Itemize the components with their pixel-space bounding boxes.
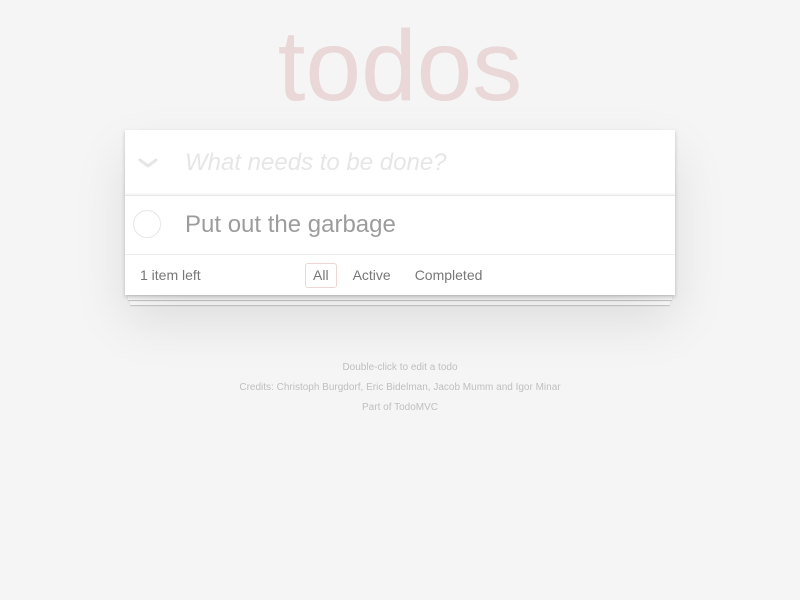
todo-footer: 1 item left All Active Completed [125, 255, 675, 295]
filter-completed[interactable]: Completed [407, 263, 491, 288]
todo-complete-checkbox[interactable] [133, 210, 161, 238]
filter-active[interactable]: Active [345, 263, 399, 288]
edit-hint: Double-click to edit a todo [342, 362, 458, 373]
todomvc-link[interactable]: Part of TodoMVC [0, 398, 800, 418]
app-title: todos [277, 10, 523, 122]
items-left-count: 1 item left [140, 267, 201, 283]
todo-list: Put out the garbage [125, 196, 675, 255]
todo-label[interactable]: Put out the garbage [185, 196, 396, 254]
toggle-all-button[interactable] [125, 130, 170, 195]
new-todo-row [125, 130, 675, 196]
todo-app-panel: Put out the garbage 1 item left All Acti… [125, 130, 675, 295]
stack-shadow-upper [128, 296, 672, 300]
filter-group: All Active Completed [305, 263, 490, 288]
info-footer: Double-click to edit a todo Credits: Chr… [0, 358, 800, 418]
stack-shadow-lower [130, 301, 670, 305]
todo-item[interactable]: Put out the garbage [125, 196, 675, 255]
credits-line: Credits: Christoph Burgdorf, Eric Bidelm… [239, 382, 561, 393]
filter-all[interactable]: All [305, 263, 337, 288]
new-todo-input[interactable] [185, 130, 665, 195]
chevron-down-icon [137, 156, 159, 170]
